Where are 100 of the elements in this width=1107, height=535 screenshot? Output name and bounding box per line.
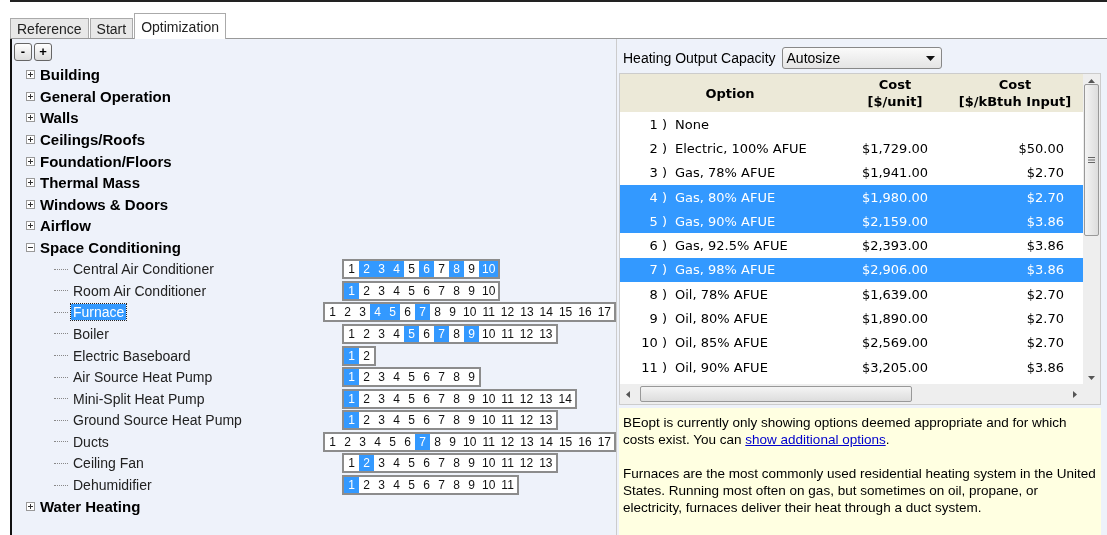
option-cell[interactable]: 3 — [374, 390, 389, 407]
tree-category[interactable]: Water Heating — [39, 498, 142, 516]
option-cell[interactable]: 15 — [555, 433, 576, 450]
option-cell[interactable]: 11 — [498, 455, 517, 472]
option-cell[interactable]: 2 — [359, 325, 374, 342]
additional-options-link[interactable]: show additional options — [745, 432, 886, 447]
option-cell[interactable]: 5 — [404, 477, 419, 494]
option-cell[interactable]: 16 — [575, 433, 595, 450]
collapse-button[interactable]: - — [14, 43, 32, 61]
option-cell[interactable]: 13 — [517, 433, 537, 450]
option-cell[interactable]: 9 — [464, 369, 479, 386]
tree-category[interactable]: Foundation/Floors — [39, 152, 173, 170]
option-cell[interactable]: 9 — [464, 477, 479, 494]
table-row[interactable]: 10 ) Oil, 85% AFUE $2,569.00 $2.70 — [620, 330, 1083, 355]
option-cell[interactable]: 3 — [355, 304, 370, 321]
tree-category[interactable]: Airflow — [39, 217, 92, 235]
option-cell[interactable]: 4 — [389, 412, 404, 429]
option-cell[interactable]: 12 — [516, 390, 537, 407]
expand-icon[interactable] — [26, 178, 35, 188]
option-cell[interactable]: 3 — [374, 369, 389, 386]
scroll-left-icon[interactable] — [625, 390, 632, 398]
option-cell[interactable]: 8 — [430, 304, 445, 321]
option-cell[interactable]: 17 — [594, 433, 614, 450]
option-cell[interactable]: 14 — [536, 433, 556, 450]
option-cell[interactable]: 10 — [460, 304, 480, 321]
tree-category[interactable]: Ceilings/Roofs — [39, 131, 146, 149]
expand-icon[interactable] — [26, 91, 35, 101]
option-cell[interactable]: 2 — [359, 390, 374, 407]
option-cell[interactable]: 9 — [464, 390, 479, 407]
option-cell[interactable]: 2 — [359, 477, 374, 494]
option-cell[interactable]: 10 — [479, 455, 499, 472]
option-cell[interactable]: 8 — [449, 455, 464, 472]
option-cell[interactable]: 5 — [404, 390, 419, 407]
scroll-thumb[interactable] — [1084, 84, 1099, 236]
option-cell[interactable]: 13 — [536, 325, 556, 342]
option-cell[interactable]: 9 — [445, 433, 460, 450]
option-cell[interactable]: 10 — [479, 477, 499, 494]
option-cell[interactable]: 3 — [374, 325, 389, 342]
option-cell[interactable]: 4 — [370, 433, 385, 450]
tree-category[interactable]: General Operation — [39, 87, 172, 105]
option-cell[interactable]: 9 — [464, 455, 479, 472]
expand-icon[interactable] — [26, 135, 35, 145]
option-cell[interactable]: 8 — [449, 477, 464, 494]
tree-item[interactable]: Air Source Heat Pump — [71, 369, 215, 386]
option-cell[interactable]: 11 — [498, 390, 517, 407]
option-cell[interactable]: 6 — [400, 433, 415, 450]
option-cell[interactable]: 4 — [389, 477, 404, 494]
option-cell[interactable]: 11 — [498, 325, 517, 342]
option-cell[interactable]: 8 — [449, 369, 464, 386]
option-cell[interactable]: 3 — [374, 412, 389, 429]
option-cell[interactable]: 8 — [449, 390, 464, 407]
option-cell[interactable]: 10 — [460, 433, 480, 450]
option-cell[interactable]: 2 — [359, 412, 374, 429]
option-cell[interactable]: 5 — [385, 433, 400, 450]
option-cell[interactable]: 5 — [404, 369, 419, 386]
tree-item[interactable]: Mini-Split Heat Pump — [71, 390, 207, 407]
option-cell[interactable]: 16 — [575, 304, 595, 321]
tree-category[interactable]: Building — [39, 66, 101, 84]
option-cell[interactable]: 9 — [464, 282, 479, 299]
option-cell[interactable]: 12 — [497, 433, 518, 450]
option-cell[interactable]: 7 — [434, 261, 449, 278]
expand-icon[interactable] — [26, 113, 35, 123]
option-cell[interactable]: 12 — [516, 412, 537, 429]
option-cell[interactable]: 3 — [374, 477, 389, 494]
option-cell[interactable]: 3 — [355, 433, 370, 450]
option-cell[interactable]: 15 — [555, 304, 576, 321]
option-cell[interactable]: 17 — [594, 304, 614, 321]
option-cell[interactable]: 4 — [389, 390, 404, 407]
option-cell[interactable]: 13 — [536, 455, 556, 472]
option-cell[interactable]: 13 — [536, 412, 556, 429]
option-cell[interactable]: 1 — [325, 304, 340, 321]
option-cell[interactable]: 8 — [449, 282, 464, 299]
option-cell[interactable]: 14 — [555, 390, 575, 407]
option-cell[interactable]: 4 — [389, 369, 404, 386]
expand-icon[interactable] — [26, 156, 35, 166]
option-cell[interactable]: 1 — [325, 433, 340, 450]
option-cell[interactable]: 1 — [344, 261, 359, 278]
tree-item[interactable]: Central Air Conditioner — [71, 261, 216, 278]
tree-category[interactable]: Walls — [39, 109, 80, 127]
tree-item[interactable]: Boiler — [71, 325, 111, 342]
scroll-right-icon[interactable] — [1071, 390, 1078, 398]
option-cell[interactable]: 4 — [389, 455, 404, 472]
expand-button[interactable]: + — [34, 43, 52, 61]
expand-icon[interactable] — [26, 70, 35, 80]
option-cell[interactable]: 7 — [434, 390, 449, 407]
expand-icon[interactable] — [26, 221, 35, 231]
option-cell[interactable]: 6 — [419, 369, 434, 386]
option-cell[interactable]: 2 — [359, 347, 374, 364]
option-cell[interactable]: 4 — [389, 282, 404, 299]
option-cell[interactable]: 2 — [340, 304, 355, 321]
option-cell[interactable]: 12 — [497, 304, 518, 321]
option-cell[interactable]: 7 — [434, 412, 449, 429]
option-cell[interactable]: 3 — [374, 282, 389, 299]
option-cell[interactable]: 7 — [434, 369, 449, 386]
option-cell[interactable]: 5 — [404, 261, 419, 278]
option-cell[interactable]: 12 — [516, 455, 537, 472]
option-cell[interactable]: 6 — [419, 455, 434, 472]
option-cell[interactable]: 10 — [479, 390, 499, 407]
table-row[interactable]: 8 ) Oil, 78% AFUE $1,639.00 $2.70 — [620, 282, 1083, 307]
table-row[interactable]: 9 ) Oil, 80% AFUE $1,890.00 $2.70 — [620, 306, 1083, 331]
